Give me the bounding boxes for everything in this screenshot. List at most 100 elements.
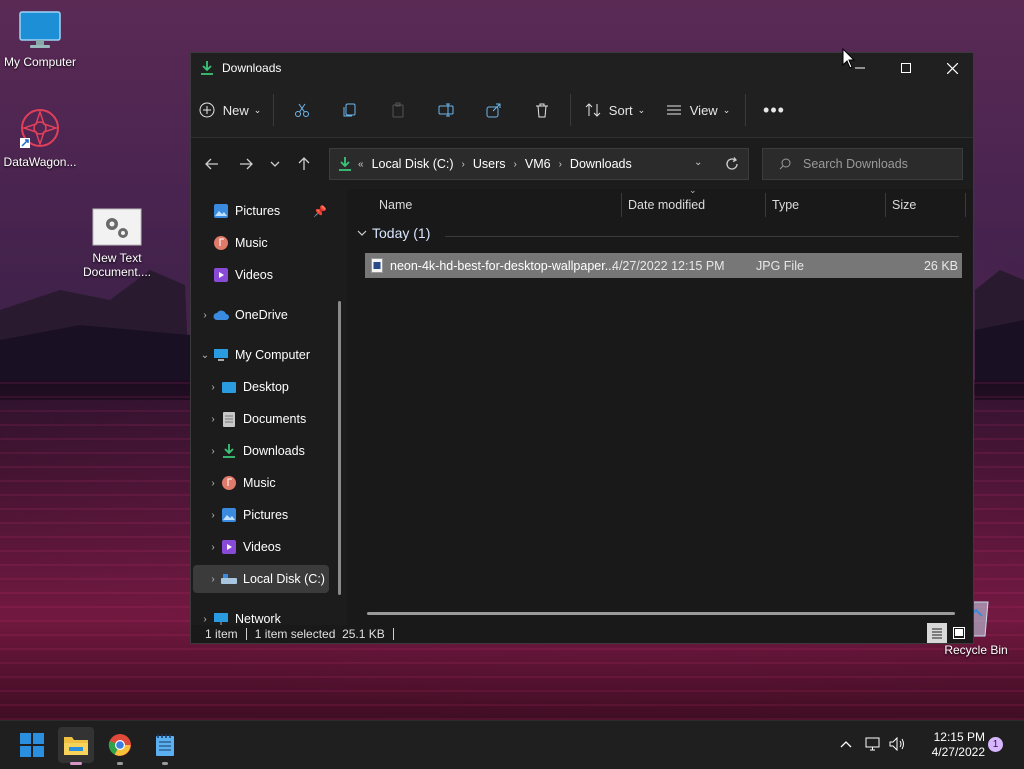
download-arrow-icon	[339, 157, 351, 171]
nav-item-pictures-pinned[interactable]: Pictures 📌	[213, 197, 347, 225]
thumbnail-view-icon	[953, 627, 965, 639]
recent-locations-button[interactable]	[263, 149, 287, 179]
trash-icon	[536, 103, 548, 118]
breadcrumb-local-disk[interactable]: Local Disk (C:)	[372, 157, 454, 171]
more-options-button[interactable]: •••	[750, 93, 798, 127]
column-divider[interactable]	[621, 193, 622, 217]
nav-item-videos[interactable]: › Videos	[205, 533, 347, 561]
nav-item-desktop[interactable]: › Desktop	[205, 373, 347, 401]
breadcrumb-vm6[interactable]: VM6	[525, 157, 551, 171]
nav-item-onedrive[interactable]: › OneDrive	[197, 301, 347, 329]
start-button[interactable]	[14, 727, 50, 763]
chevron-right-icon[interactable]: ›	[462, 159, 465, 170]
clock-date: 4/27/2022	[931, 745, 985, 759]
nav-scrollbar[interactable]	[338, 301, 341, 595]
chevron-right-icon[interactable]: ›	[205, 414, 221, 425]
view-button[interactable]: View ⌄	[655, 93, 741, 127]
running-indicator	[162, 762, 168, 765]
taskbar-notepad[interactable]	[147, 727, 183, 765]
selection-info: 1 item selected 25.1 KB	[254, 627, 385, 641]
column-divider[interactable]	[965, 193, 966, 217]
taskbar-file-explorer[interactable]	[58, 727, 94, 765]
paste-button[interactable]	[374, 93, 422, 127]
chevron-right-icon[interactable]: ›	[205, 382, 221, 393]
chevron-right-icon[interactable]: ›	[205, 574, 221, 585]
file-explorer-window: Downloads New ⌄ Sort ⌄ View ⌄ ••• « Loca…	[190, 52, 974, 644]
breadcrumb-downloads[interactable]: Downloads	[570, 157, 632, 171]
sort-arrows-icon	[585, 103, 601, 117]
forward-button[interactable]	[229, 149, 263, 179]
arrow-right-icon	[240, 158, 253, 170]
nav-item-music-pinned[interactable]: Music	[213, 229, 347, 257]
cut-button[interactable]	[278, 93, 326, 127]
desktop-icon-label: My Computer	[3, 55, 77, 69]
group-header-today[interactable]: Today (1)	[357, 225, 430, 241]
details-view-icon	[932, 628, 942, 639]
file-row[interactable]: neon-4k-hd-best-for-desktop-wallpaper...…	[365, 253, 962, 278]
maximize-button[interactable]	[883, 53, 929, 83]
share-button[interactable]	[470, 93, 518, 127]
taskbar-clock[interactable]: 12:15 PM 4/27/2022	[915, 730, 985, 760]
show-hidden-icons-button[interactable]	[836, 729, 856, 759]
address-dropdown-icon[interactable]: ⌄	[694, 157, 702, 168]
desktop-icon-my-computer[interactable]: My Computer	[0, 10, 80, 69]
address-bar[interactable]: « Local Disk (C:) › Users › VM6 › Downlo…	[329, 148, 749, 180]
breadcrumb-users[interactable]: Users	[473, 157, 506, 171]
taskbar-chrome[interactable]	[102, 727, 138, 765]
chevron-right-icon[interactable]: ›	[559, 159, 562, 170]
arrow-up-icon	[298, 157, 310, 170]
horizontal-scrollbar[interactable]	[367, 612, 955, 615]
delete-button[interactable]	[518, 93, 566, 127]
nav-item-my-computer[interactable]: ⌄ My Computer	[197, 341, 347, 369]
up-button[interactable]	[287, 149, 321, 179]
nav-item-local-disk[interactable]: › Local Disk (C:)	[193, 565, 329, 593]
copy-button[interactable]	[326, 93, 374, 127]
nav-item-label: Downloads	[243, 444, 305, 458]
group-divider	[445, 236, 959, 237]
column-header-name[interactable]: Name	[379, 189, 619, 221]
column-header-size[interactable]: Size	[892, 189, 962, 221]
plus-circle-icon	[199, 102, 215, 118]
chevron-down-icon[interactable]: ⌄	[197, 350, 213, 361]
maximize-icon	[901, 63, 911, 73]
nav-item-downloads[interactable]: › Downloads	[205, 437, 347, 465]
close-button[interactable]	[929, 53, 975, 83]
nav-item-pictures[interactable]: › Pictures	[205, 501, 347, 529]
network-icon	[213, 611, 229, 625]
chevron-right-icon[interactable]: ›	[205, 542, 221, 553]
new-button[interactable]: New ⌄	[191, 93, 269, 127]
chevron-right-icon[interactable]: ›	[205, 446, 221, 457]
back-button[interactable]	[195, 149, 229, 179]
column-divider[interactable]	[885, 193, 886, 217]
volume-button[interactable]	[887, 729, 909, 759]
network-status-button[interactable]	[862, 729, 884, 759]
column-divider[interactable]	[765, 193, 766, 217]
pictures-icon	[213, 203, 229, 219]
desktop-icon-new-text-document[interactable]: New Text Document....	[77, 208, 157, 279]
details-view-button[interactable]	[927, 623, 947, 643]
nav-item-videos-pinned[interactable]: Videos	[213, 261, 347, 289]
videos-icon	[213, 267, 229, 283]
nav-item-network[interactable]: › Network	[197, 605, 347, 625]
chevron-down-icon: ⌄	[253, 104, 262, 115]
download-arrow-icon	[201, 61, 213, 75]
chevron-right-icon[interactable]: ›	[205, 478, 221, 489]
notification-badge[interactable]: 1	[988, 737, 1003, 752]
nav-item-music[interactable]: › Music	[205, 469, 347, 497]
nav-item-documents[interactable]: › Documents	[205, 405, 347, 433]
chevron-right-icon[interactable]: ›	[205, 510, 221, 521]
sort-button-label: Sort	[608, 102, 633, 118]
rename-button[interactable]	[422, 93, 470, 127]
network-monitor-icon	[865, 737, 880, 751]
overflow-chevron-icon[interactable]: «	[358, 159, 364, 170]
search-box[interactable]: Search Downloads	[762, 148, 963, 180]
refresh-icon[interactable]	[725, 157, 739, 171]
chevron-right-icon[interactable]: ›	[197, 614, 213, 625]
chevron-right-icon[interactable]: ›	[197, 310, 213, 321]
chevron-right-icon[interactable]: ›	[514, 159, 517, 170]
column-header-type[interactable]: Type	[772, 189, 882, 221]
sort-button[interactable]: Sort ⌄	[575, 93, 655, 127]
pin-icon[interactable]: 📌	[313, 205, 327, 218]
desktop-icon-datawagon[interactable]: DataWagon...	[0, 106, 80, 169]
large-icons-view-button[interactable]	[949, 623, 969, 643]
